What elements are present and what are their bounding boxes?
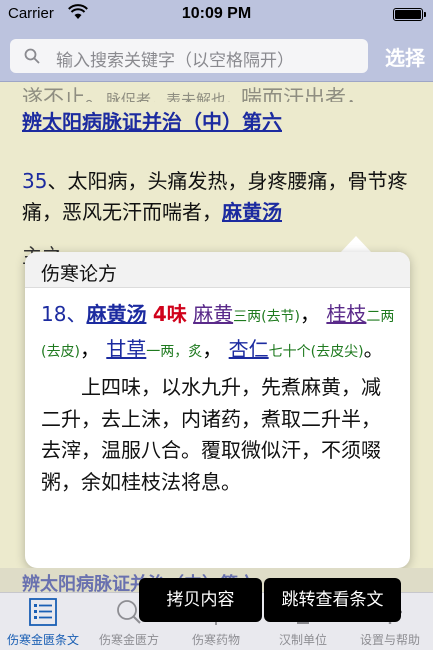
tab-label: 伤寒金匮方 [98, 633, 159, 647]
tab-label: 伤寒药物 [191, 633, 240, 647]
section-heading[interactable]: 辨太阳病脉证并治（中）第六 [0, 102, 433, 144]
herb-count: 4味 [152, 302, 187, 326]
herb-dose: 三两(去节) [233, 309, 301, 325]
clause-number: 35 [22, 169, 48, 193]
search-icon [24, 48, 40, 64]
copy-content-button[interactable]: 拷贝内容 [139, 578, 262, 622]
list-icon [29, 598, 57, 626]
search-bar: 输入搜索关键字（以空格隔开） 选择 [0, 30, 433, 82]
formula-number: 18、 [41, 302, 87, 326]
formula-name[interactable]: 麻黄汤 [86, 302, 146, 326]
herb-link-xingren[interactable]: 杏仁 [229, 337, 269, 361]
popover-arrow [340, 236, 372, 253]
herb-link-mahuang[interactable]: 麻黄 [193, 302, 233, 326]
popover-title: 伤寒论方 [25, 252, 410, 288]
herb-dose: 七十个(去皮尖) [268, 344, 364, 360]
herb-link-gancao[interactable]: 甘草 [106, 337, 146, 361]
formula-line: 18、麻黄汤 4味 麻黄三两(去节)， 桂枝二两(去皮)， 甘草一两，炙， 杏仁… [41, 302, 395, 361]
jump-to-clause-button[interactable]: 跳转查看条文 [264, 578, 401, 622]
formula-popover: 伤寒论方 18、麻黄汤 4味 麻黄三两(去节)， 桂枝二两(去皮)， 甘草一两，… [25, 252, 410, 568]
tab-label: 设置与帮助 [359, 633, 420, 647]
tab-clauses[interactable]: 伤寒金匮条文 [0, 593, 86, 650]
select-button[interactable]: 选择 [385, 42, 425, 71]
clause-35: 35、太阳病，头痛发热，身疼腰痛，骨节疼痛，恶风无汗而喘者，麻黄汤 [22, 166, 420, 228]
search-placeholder: 输入搜索关键字（以空格隔开） [56, 51, 294, 71]
preparation-method: 上四味，以水九升，先煮麻黄，减二升，去上沫，内诸药，煮取二升半，去滓，温服八合。… [41, 375, 381, 494]
herb-dose: 一两，炙 [146, 344, 203, 360]
tab-label: 汉制单位 [278, 633, 327, 647]
battery-icon [393, 8, 426, 21]
herb-link-guizhi[interactable]: 桂枝 [326, 302, 366, 326]
status-bar: Carrier 10:09 PM [0, 0, 433, 30]
search-input[interactable]: 输入搜索关键字（以空格隔开） [10, 39, 368, 73]
formula-link[interactable]: 麻黄汤 [222, 200, 282, 224]
clause-text: 、太阳病，头痛发热，身疼腰痛，骨节疼痛，恶风无汗而喘者， [22, 169, 408, 224]
status-time: 10:09 PM [181, 5, 252, 22]
tab-label: 伤寒金匮条文 [6, 633, 79, 647]
